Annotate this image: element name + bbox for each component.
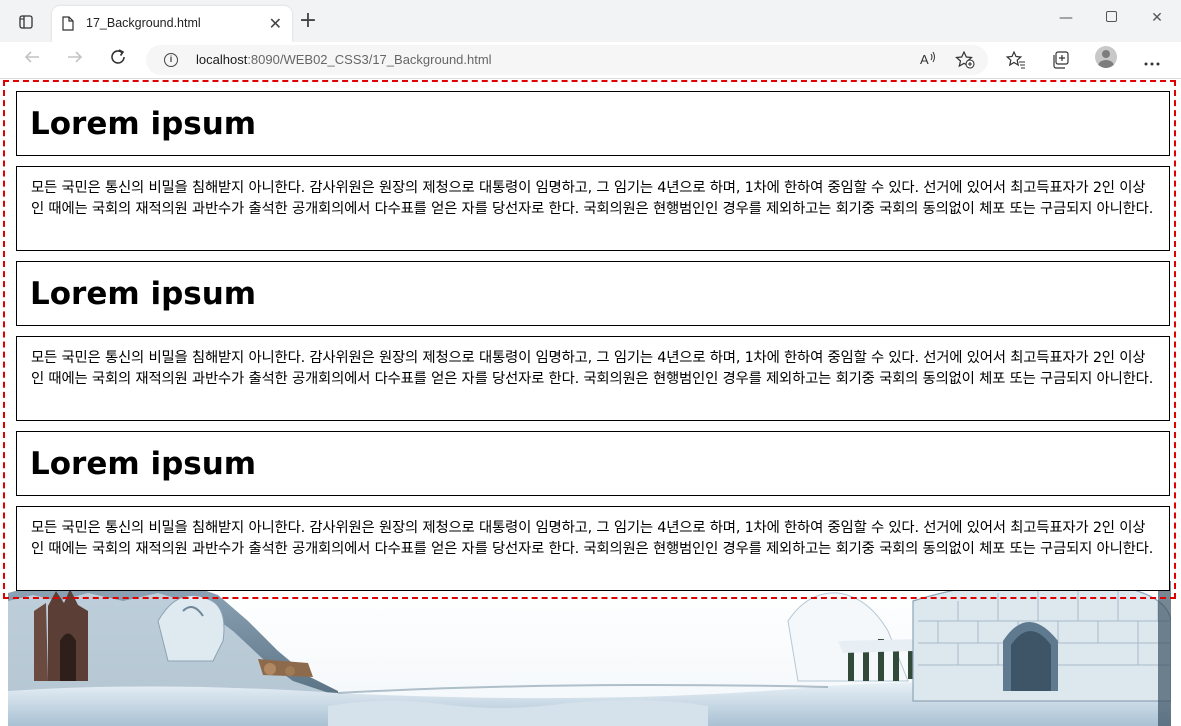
minimize-icon[interactable]: — <box>1056 10 1076 26</box>
info-icon[interactable]: i <box>164 53 178 67</box>
url-text[interactable]: localhost:8090/WEB02_CSS3/17_Background.… <box>196 52 492 67</box>
svg-text:A: A <box>920 52 929 67</box>
forward-arrow-icon[interactable] <box>62 48 88 72</box>
sidebar-toggle-icon[interactable] <box>12 8 40 36</box>
section-paragraph: 모든 국민은 통신의 비밀을 침해받지 아니한다. 감사위원은 원장의 제청으로… <box>31 520 1154 557</box>
heading-box: Lorem ipsum <box>16 261 1170 326</box>
back-arrow-icon[interactable] <box>19 48 45 72</box>
paragraph-box: 모든 국민은 통신의 비밀을 침해받지 아니한다. 감사위원은 원장의 제청으로… <box>16 506 1170 591</box>
heading-box: Lorem ipsum <box>16 91 1170 156</box>
star-plus-icon[interactable] <box>955 50 975 71</box>
read-aloud-icon[interactable]: A <box>919 51 939 71</box>
content-wrapper: Lorem ipsum 모든 국민은 통신의 비밀을 침해받지 아니한다. 감사… <box>3 80 1176 599</box>
browser-tab[interactable]: 17_Background.html ✕ <box>52 6 292 42</box>
page-icon <box>62 16 74 31</box>
snow-landscape-background <box>8 581 1171 726</box>
close-window-icon[interactable]: ✕ <box>1147 10 1167 26</box>
section-paragraph: 모든 국민은 통신의 비밀을 침해받지 아니한다. 감사위원은 원장의 제청으로… <box>31 350 1154 387</box>
section-heading: Lorem ipsum <box>30 446 257 482</box>
url-path: :8090/WEB02_CSS3/17_Background.html <box>247 52 492 67</box>
plus-icon[interactable]: + <box>296 9 320 33</box>
heading-box: Lorem ipsum <box>16 431 1170 496</box>
section-paragraph: 모든 국민은 통신의 비밀을 침해받지 아니한다. 감사위원은 원장의 제청으로… <box>31 180 1154 217</box>
profile-avatar[interactable] <box>1095 46 1117 68</box>
collections-icon[interactable] <box>1051 51 1071 71</box>
paragraph-box: 모든 국민은 통신의 비밀을 침해받지 아니한다. 감사위원은 원장의 제청으로… <box>16 336 1170 421</box>
section-heading: Lorem ipsum <box>30 106 257 142</box>
page-viewport: Lorem ipsum 모든 국민은 통신의 비밀을 침해받지 아니한다. 감사… <box>0 79 1181 726</box>
refresh-icon[interactable] <box>105 48 131 72</box>
paragraph-box: 모든 국민은 통신의 비밀을 침해받지 아니한다. 감사위원은 원장의 제청으로… <box>16 166 1170 251</box>
section-heading: Lorem ipsum <box>30 276 257 312</box>
favorites-icon[interactable] <box>1005 50 1026 71</box>
close-icon[interactable]: ✕ <box>269 14 282 33</box>
tab-title: 17_Background.html <box>86 16 201 30</box>
tab-strip: 17_Background.html ✕ + — ✕ <box>0 0 1181 43</box>
url-host: localhost <box>196 52 248 67</box>
maximize-icon[interactable] <box>1101 10 1121 26</box>
address-bar[interactable]: i localhost:8090/WEB02_CSS3/17_Backgroun… <box>146 45 988 75</box>
more-icon[interactable] <box>1142 51 1162 71</box>
browser-toolbar: i localhost:8090/WEB02_CSS3/17_Backgroun… <box>0 42 1181 79</box>
